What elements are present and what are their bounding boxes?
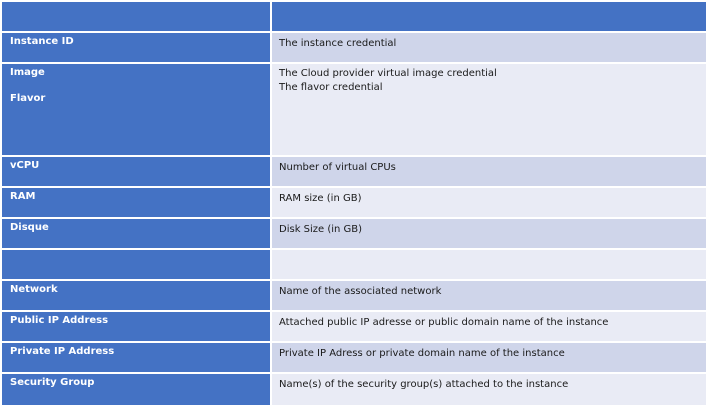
row-label-public-ip: Public IP Address bbox=[2, 312, 270, 343]
row-label-security-group: Security Group bbox=[2, 374, 270, 405]
credentials-table: Instance ID The instance credential Imag… bbox=[2, 2, 706, 405]
row-label-network: Network bbox=[2, 281, 270, 312]
row-desc-disk: Disk Size (in GB) bbox=[272, 219, 706, 250]
row-desc-security-group: Name(s) of the security group(s) attache… bbox=[272, 374, 706, 405]
row-desc-instance-id: The instance credential bbox=[272, 33, 706, 64]
row-label-ram: RAM bbox=[2, 188, 270, 219]
row-desc-image-flavor: The Cloud provider virtual image credent… bbox=[272, 64, 706, 157]
row-label-image-flavor: Image Flavor bbox=[2, 64, 270, 157]
header-cell-description bbox=[272, 2, 706, 33]
row-desc-empty bbox=[272, 250, 706, 281]
row-label-flavor: Flavor bbox=[10, 92, 46, 104]
row-label-image: Image bbox=[10, 67, 45, 78]
row-label-disk: Disque bbox=[2, 219, 270, 250]
row-desc-vcpu: Number of virtual CPUs bbox=[272, 157, 706, 188]
header-cell-field bbox=[2, 2, 270, 33]
row-desc-public-ip: Attached public IP adresse or public dom… bbox=[272, 312, 706, 343]
row-desc-image: The Cloud provider virtual image credent… bbox=[279, 68, 497, 79]
row-label-instance-id: Instance ID bbox=[2, 33, 270, 64]
row-desc-private-ip: Private IP Adress or private domain name… bbox=[272, 343, 706, 374]
row-desc-network: Name of the associated network bbox=[272, 281, 706, 312]
row-desc-flavor: The flavor credential bbox=[279, 82, 383, 93]
row-label-vcpu: vCPU bbox=[2, 157, 270, 188]
row-label-empty bbox=[2, 250, 270, 281]
row-desc-ram: RAM size (in GB) bbox=[272, 188, 706, 219]
row-label-private-ip: Private IP Address bbox=[2, 343, 270, 374]
